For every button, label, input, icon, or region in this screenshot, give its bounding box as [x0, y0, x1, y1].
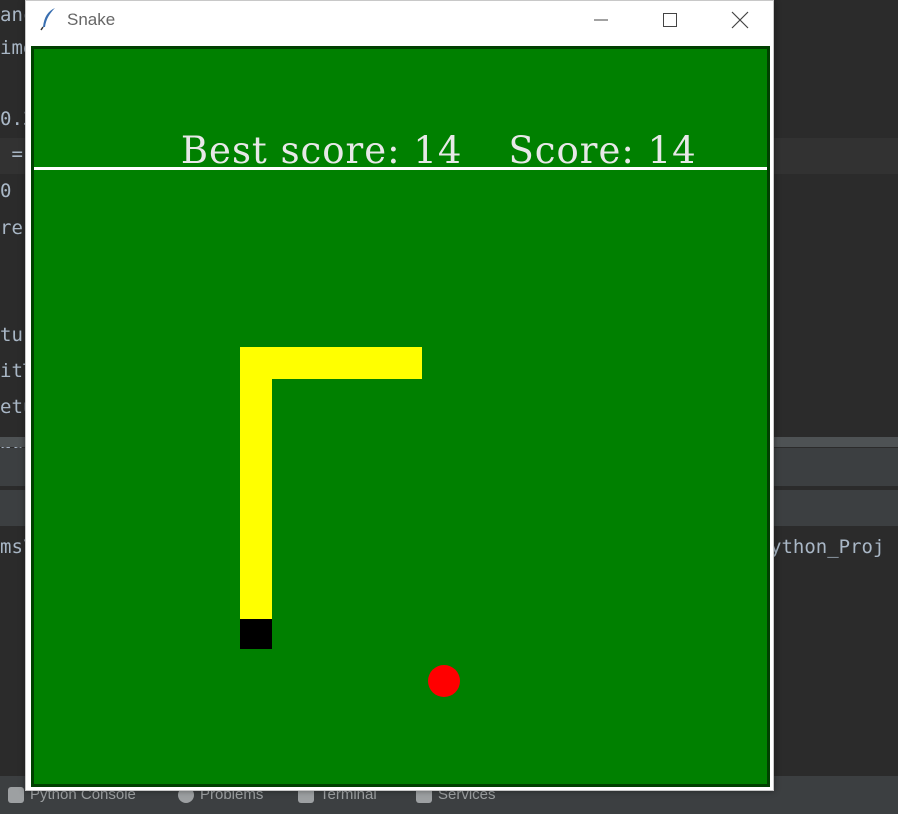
window-title: Snake [67, 10, 116, 29]
console-output: ython_Proj [770, 536, 885, 558]
minimize-button[interactable] [567, 1, 635, 39]
best-score-label: Best score: 14 [180, 129, 463, 172]
maximize-icon [663, 13, 677, 27]
food-apple [428, 665, 460, 697]
code-fragment: = [0, 143, 23, 165]
score-display: Best score: 14 Score: 14 [34, 86, 767, 215]
score-divider [34, 167, 767, 170]
python-icon [8, 786, 24, 803]
close-icon [731, 11, 749, 29]
code-fragment: 0 [0, 180, 12, 202]
code-fragment: tu [0, 324, 23, 346]
feather-icon [40, 8, 55, 31]
close-button[interactable] [706, 1, 774, 39]
snake-window: Snake Best score: 14 Score: 14 [25, 0, 774, 791]
snake-body-vertical [240, 347, 272, 619]
maximize-button[interactable] [636, 1, 704, 39]
minimize-icon [594, 19, 608, 21]
snake-head [240, 619, 272, 649]
score-label: Score: 14 [508, 129, 697, 172]
code-fragment: re [0, 217, 23, 239]
title-bar[interactable]: Snake [26, 1, 773, 39]
game-board[interactable]: Best score: 14 Score: 14 [31, 46, 770, 787]
